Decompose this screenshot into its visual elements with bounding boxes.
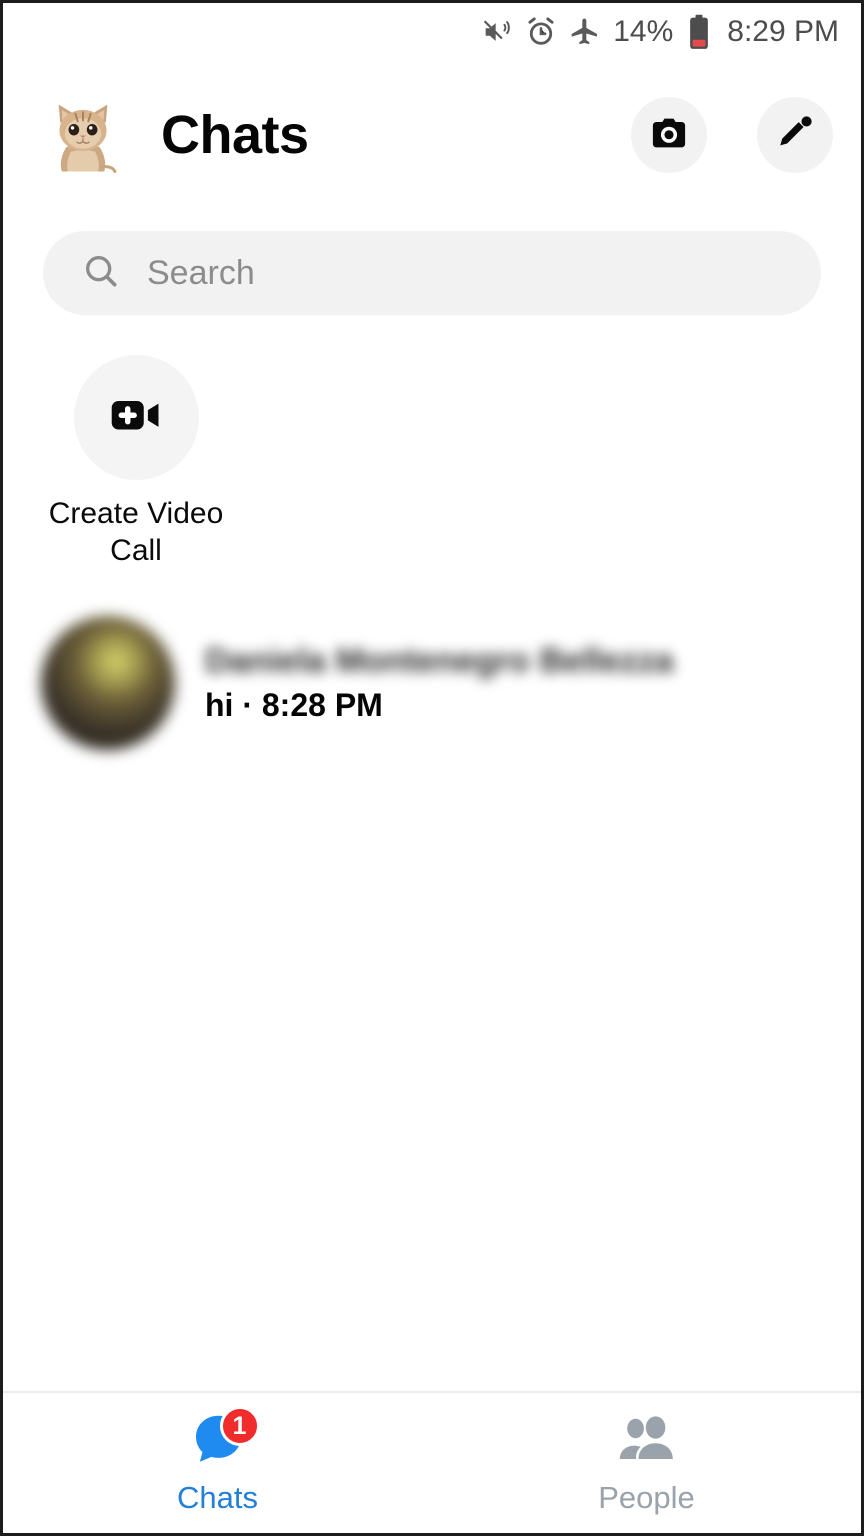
alarm-clock-icon — [525, 16, 557, 48]
create-video-call-icon-circle — [73, 355, 199, 480]
mute-vibrate-icon — [481, 16, 513, 48]
chats-icon-wrap: 1 — [182, 1406, 260, 1472]
cat-profile-avatar — [58, 104, 117, 173]
contact-avatar[interactable] — [41, 616, 175, 750]
airplane-mode-icon — [569, 16, 601, 48]
camera-icon — [648, 112, 690, 159]
app-header: Chats — [3, 65, 861, 205]
pencil-compose-icon — [774, 112, 816, 159]
chat-list-item[interactable]: Daniela Montenegro Bellezza hi · 8:28 PM — [3, 603, 861, 763]
compose-button[interactable] — [757, 97, 833, 173]
profile-avatar-button[interactable] — [43, 95, 123, 175]
message-preview: hi · 8:28 PM — [205, 687, 383, 723]
tab-chats-label: Chats — [177, 1480, 258, 1515]
tab-chats[interactable]: 1 Chats — [3, 1393, 432, 1533]
create-video-call-button[interactable]: Create Video Call — [43, 355, 229, 569]
people-icon-wrap — [611, 1410, 683, 1472]
battery-low-icon — [687, 14, 711, 50]
contact-name: Daniela Montenegro Bellezza — [205, 642, 674, 680]
chat-item-texts: Daniela Montenegro Bellezza hi · 8:28 PM — [205, 642, 674, 724]
tab-people-label: People — [598, 1480, 695, 1515]
clock-label: 8:29 PM — [727, 15, 839, 48]
search-icon — [81, 251, 121, 296]
tab-people[interactable]: People — [432, 1393, 861, 1533]
battery-percent-label: 14% — [613, 15, 674, 48]
search-bar-container[interactable]: Search — [43, 231, 821, 315]
chat-list: Daniela Montenegro Bellezza hi · 8:28 PM — [3, 603, 861, 1391]
people-icon — [616, 1412, 678, 1471]
page-title: Chats — [161, 105, 309, 165]
messenger-chats-screen: 14% 8:29 PM Chats Search Create Video Ca… — [0, 0, 864, 1536]
create-video-call-label: Create Video Call — [48, 497, 224, 567]
chats-unread-badge: 1 — [219, 1406, 260, 1446]
bottom-navigation: 1 Chats People — [3, 1391, 861, 1533]
video-camera-plus-icon — [105, 384, 167, 451]
camera-button[interactable] — [631, 97, 707, 173]
search-input[interactable]: Search — [43, 231, 821, 315]
search-placeholder-label: Search — [147, 253, 255, 292]
shortcuts-row: Create Video Call — [3, 355, 861, 585]
status-bar: 14% 8:29 PM — [3, 3, 861, 61]
